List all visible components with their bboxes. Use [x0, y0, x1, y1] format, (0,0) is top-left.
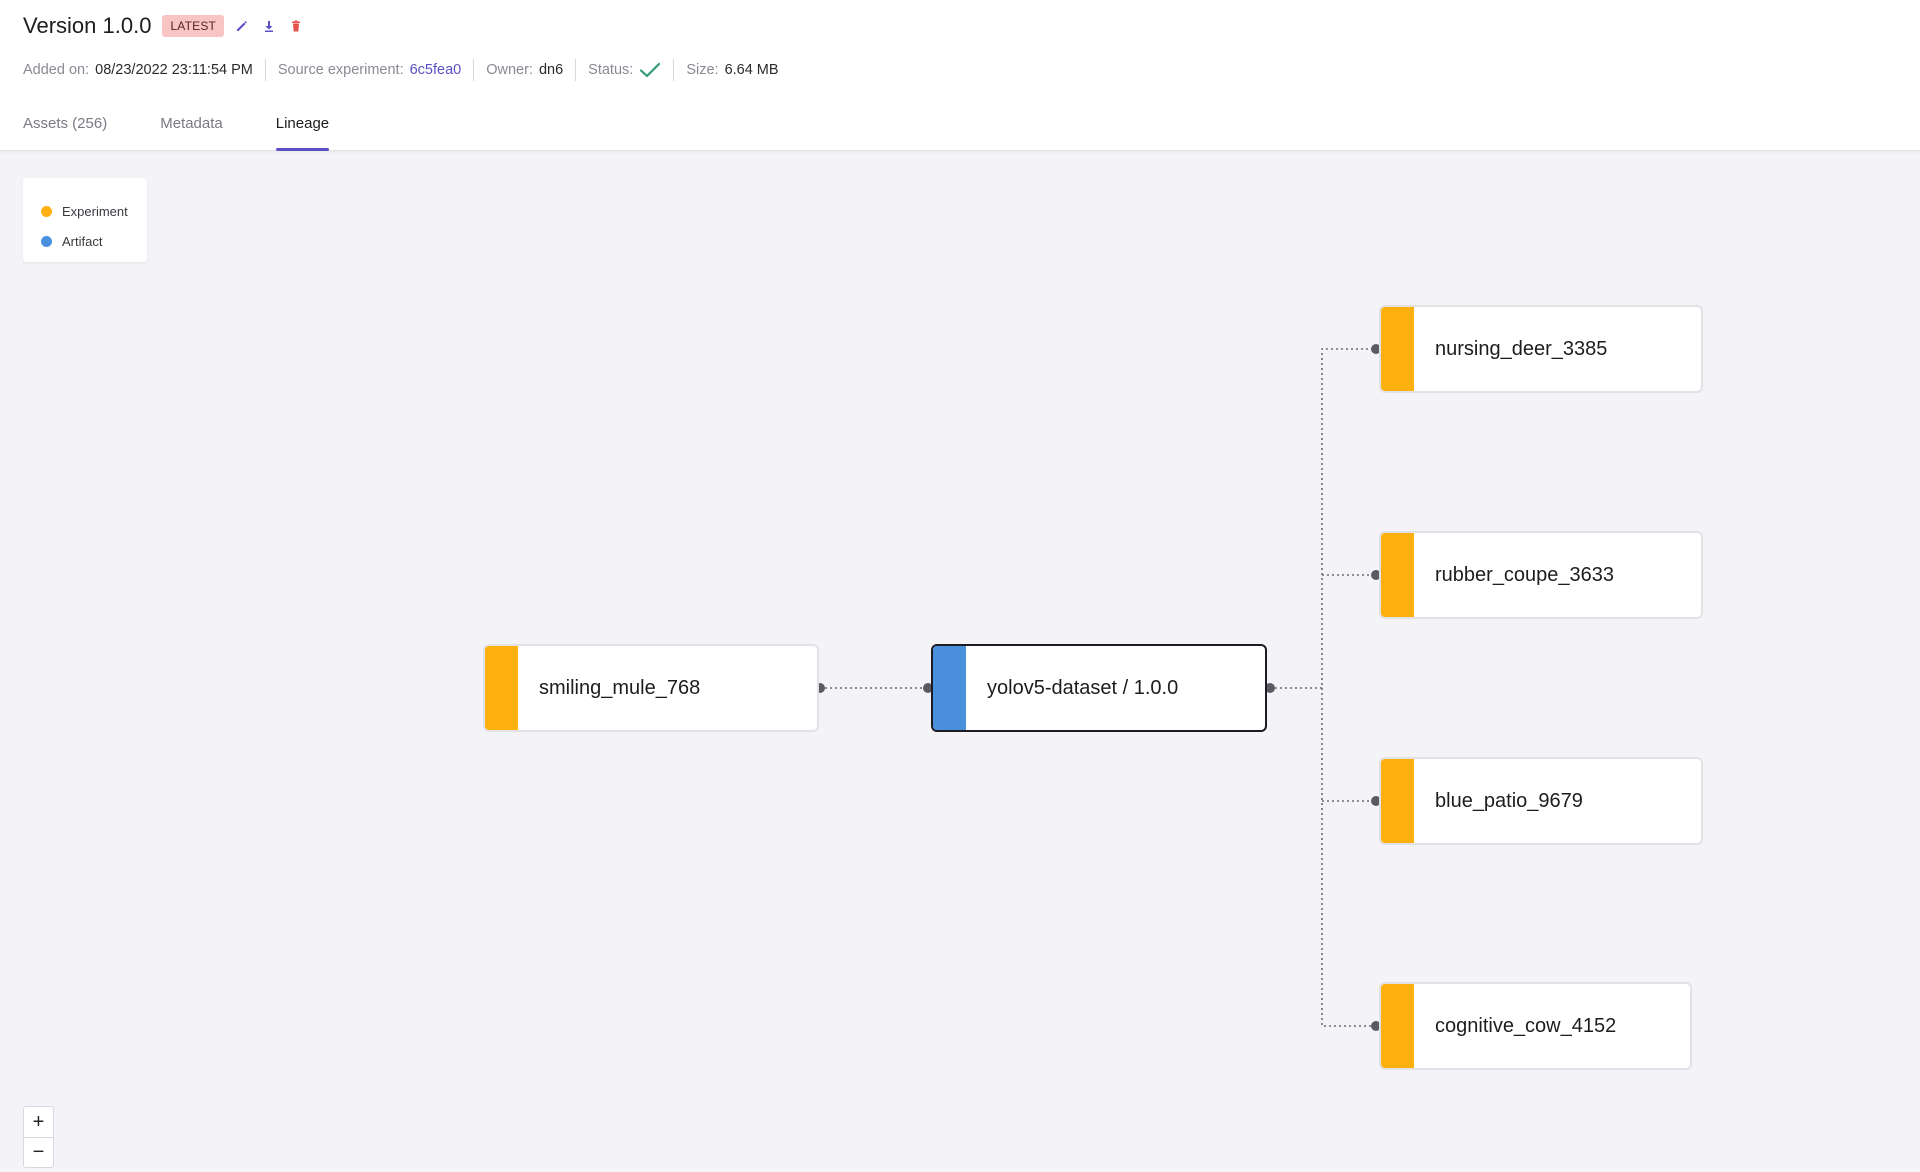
- download-icon: [265, 21, 274, 32]
- edge-output-4: [1321, 688, 1376, 1027]
- experiment-bar: [1381, 984, 1414, 1068]
- legend-item-experiment: Experiment: [41, 196, 147, 226]
- size-value: 6.64 MB: [724, 62, 779, 78]
- artifact-bar: [933, 646, 966, 730]
- node-cognitive-cow[interactable]: cognitive_cow_4152: [1379, 982, 1692, 1070]
- tab-lineage[interactable]: Lineage: [275, 110, 330, 151]
- node-nursing-deer[interactable]: nursing_deer_3385: [1379, 305, 1703, 393]
- node-label: smiling_mule_768: [539, 676, 701, 699]
- page-header: Version 1.0.0 LATEST Added on: 08/23/202…: [0, 0, 1920, 151]
- experiment-bar: [1381, 533, 1414, 617]
- added-label: Added on:: [23, 62, 90, 78]
- node-label: cognitive_cow_4152: [1435, 1014, 1617, 1037]
- node-yolov5-dataset[interactable]: yolov5-dataset / 1.0.0: [931, 644, 1267, 732]
- node-label: blue_patio_9679: [1435, 789, 1583, 812]
- status-label: Status:: [588, 62, 634, 78]
- tab-assets[interactable]: Assets (256): [23, 110, 107, 151]
- added-on: Added on: 08/23/2022 23:11:54 PM: [23, 59, 265, 81]
- node-blue-patio[interactable]: blue_patio_9679: [1379, 757, 1703, 845]
- download-button[interactable]: [260, 17, 278, 35]
- latest-badge: LATEST: [162, 15, 225, 37]
- lineage-canvas[interactable]: Experiment Artifact smiling_mule_768 yol…: [0, 152, 1920, 1172]
- source-experiment-link[interactable]: 6c5fea0: [410, 62, 462, 78]
- node-label: nursing_deer_3385: [1435, 337, 1608, 360]
- edge-output-trunk: [1270, 348, 1376, 689]
- delete-button[interactable]: [287, 17, 305, 35]
- version-meta: Added on: 08/23/2022 23:11:54 PM Source …: [23, 58, 791, 82]
- edit-button[interactable]: [233, 17, 251, 35]
- legend-item-artifact: Artifact: [41, 226, 147, 256]
- zoom-controls: + −: [23, 1106, 54, 1168]
- experiment-bar: [1381, 307, 1414, 391]
- owner: Owner: dn6: [473, 59, 575, 81]
- check-icon: [639, 61, 661, 79]
- size: Size: 6.64 MB: [673, 59, 790, 81]
- page-title: Version 1.0.0: [23, 13, 152, 38]
- owner-label: Owner:: [486, 62, 533, 78]
- node-rubber-coupe[interactable]: rubber_coupe_3633: [1379, 531, 1703, 619]
- title-row: Version 1.0.0 LATEST: [23, 12, 305, 40]
- size-label: Size:: [686, 62, 719, 78]
- experiment-dot-icon: [41, 205, 52, 217]
- source-label: Source experiment:: [277, 62, 404, 78]
- zoom-out-button[interactable]: −: [24, 1137, 53, 1167]
- experiment-bar: [1381, 759, 1414, 843]
- added-value: 08/23/2022 23:11:54 PM: [95, 62, 253, 78]
- node-label: yolov5-dataset / 1.0.0: [987, 676, 1179, 699]
- tab-bar: Assets (256) Metadata Lineage: [23, 110, 382, 151]
- node-label: rubber_coupe_3633: [1435, 563, 1615, 586]
- status: Status:: [575, 59, 673, 81]
- experiment-bar: [485, 646, 518, 730]
- zoom-in-button[interactable]: +: [24, 1107, 53, 1137]
- tab-metadata[interactable]: Metadata: [160, 110, 223, 151]
- owner-value: dn6: [538, 62, 564, 78]
- legend-label: Artifact: [62, 233, 103, 249]
- trash-icon: [292, 20, 301, 32]
- legend-label: Experiment: [62, 203, 128, 219]
- pencil-icon: [237, 21, 248, 31]
- legend: Experiment Artifact: [23, 178, 147, 262]
- node-smiling-mule[interactable]: smiling_mule_768: [483, 644, 819, 732]
- source-experiment: Source experiment: 6c5fea0: [264, 59, 473, 81]
- artifact-dot-icon: [41, 235, 52, 247]
